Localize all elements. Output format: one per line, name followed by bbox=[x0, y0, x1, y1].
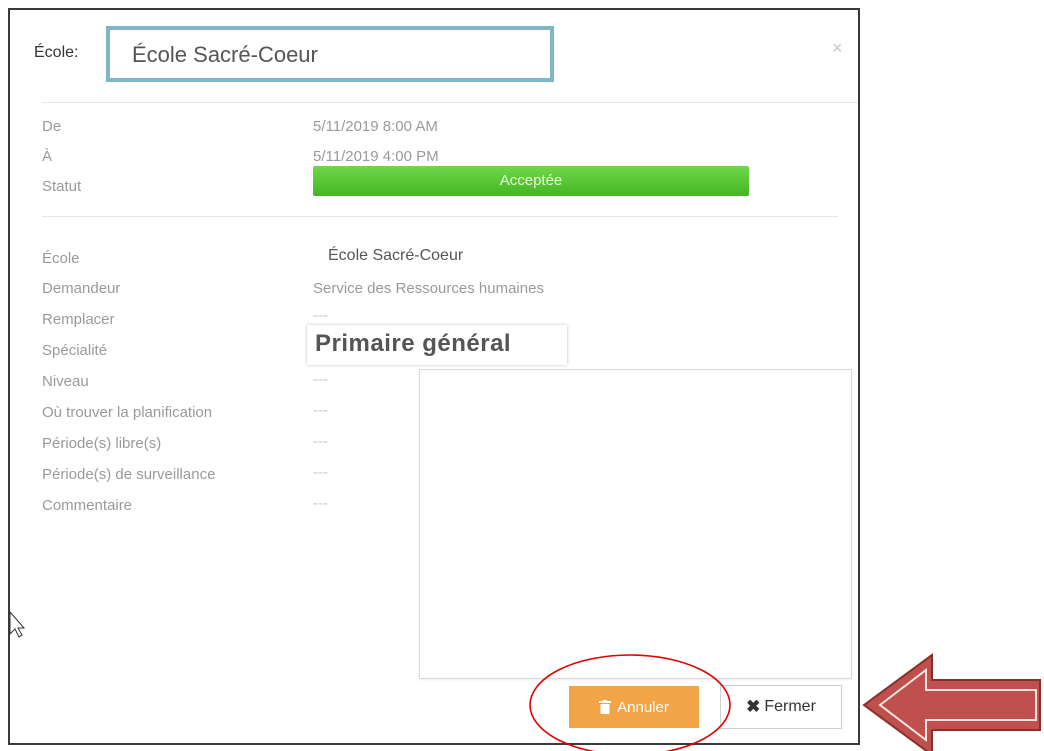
planning-value: --- bbox=[313, 402, 328, 419]
level-value: --- bbox=[313, 371, 328, 388]
speciality-value: Primaire général bbox=[315, 330, 512, 357]
cancel-button[interactable]: Annuler bbox=[569, 686, 699, 728]
from-value: 5/11/2019 8:00 AM bbox=[313, 118, 438, 135]
supervision-value: --- bbox=[313, 464, 328, 481]
free-periods-label: Période(s) libre(s) bbox=[42, 435, 162, 452]
planning-label: Où trouver la planification bbox=[42, 404, 213, 421]
cancel-button-label: Annuler bbox=[617, 698, 669, 716]
close-button-label: Fermer bbox=[764, 698, 816, 715]
school-label: École bbox=[42, 250, 80, 267]
supervision-label: Période(s) de surveillance bbox=[42, 466, 216, 483]
school-name-highlight: École Sacré-Coeur bbox=[106, 26, 554, 82]
dialog-title-label: École: bbox=[34, 44, 79, 61]
speciality-highlight: Primaire général bbox=[307, 325, 567, 365]
to-value: 5/11/2019 4:00 PM bbox=[313, 148, 439, 165]
requester-value: Service des Ressources humaines bbox=[313, 280, 544, 297]
speciality-label: Spécialité bbox=[42, 342, 108, 359]
close-x-icon: ✖ bbox=[746, 697, 761, 716]
pointer-arrow-icon bbox=[862, 653, 1041, 751]
pointer-arrow-outline bbox=[878, 667, 1037, 743]
replace-value: --- bbox=[313, 307, 328, 324]
free-periods-value: --- bbox=[313, 433, 328, 450]
status-label: Statut bbox=[42, 178, 82, 195]
requester-label: Demandeur bbox=[42, 280, 121, 297]
dialog: École: École Sacré-Coeur × De 5/11/2019 … bbox=[8, 8, 860, 745]
school-value: École Sacré-Coeur bbox=[328, 247, 464, 264]
trash-icon bbox=[599, 700, 612, 714]
divider-middle bbox=[42, 216, 838, 217]
close-icon[interactable]: × bbox=[832, 38, 843, 59]
comment-value: --- bbox=[313, 495, 328, 512]
comment-panel bbox=[419, 369, 852, 679]
close-button[interactable]: ✖ Fermer bbox=[720, 685, 842, 729]
divider-top bbox=[42, 102, 858, 103]
status-badge: Acceptée bbox=[313, 166, 749, 196]
to-label: À bbox=[42, 148, 53, 165]
dialog-title-school: École Sacré-Coeur bbox=[132, 42, 318, 67]
from-label: De bbox=[42, 118, 62, 135]
replace-label: Remplacer bbox=[42, 311, 115, 328]
level-label: Niveau bbox=[42, 373, 89, 390]
comment-label: Commentaire bbox=[42, 497, 133, 514]
